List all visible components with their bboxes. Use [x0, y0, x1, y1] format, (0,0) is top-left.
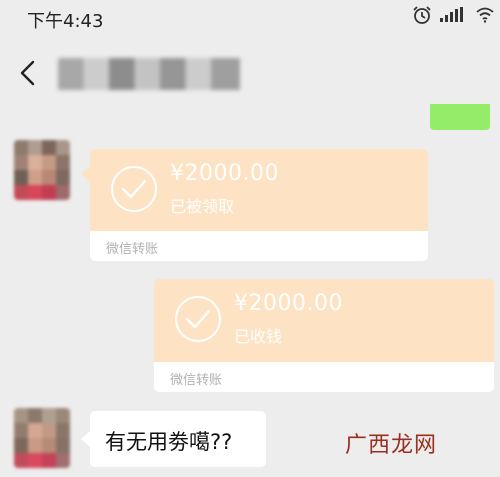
bubble-tail	[81, 431, 90, 447]
transfer-status: 已被领取	[170, 197, 235, 216]
check-circle-icon	[175, 296, 221, 342]
sent-message-bubble[interactable]	[430, 104, 490, 130]
transfer-footer: 微信转账	[154, 362, 494, 392]
signal-icon	[440, 7, 468, 27]
transfer-status: 已收钱	[234, 327, 283, 346]
wifi-icon	[476, 7, 494, 27]
message-text: 有无用劵噶??	[105, 430, 233, 454]
status-icons	[412, 5, 494, 29]
avatar[interactable]	[14, 140, 70, 200]
status-time: 下午4:43	[27, 11, 104, 32]
status-bar: 下午4:43	[0, 0, 500, 36]
received-message-bubble[interactable]: 有无用劵噶??	[90, 411, 266, 467]
transfer-footer-label: 微信转账	[106, 242, 159, 257]
transfer-card-accepted[interactable]: ¥2000.00 已收钱 微信转账	[154, 279, 494, 392]
check-circle-icon	[111, 166, 157, 212]
contact-name-blurred	[58, 58, 240, 90]
transfer-main: ¥2000.00 已收钱	[154, 279, 494, 361]
transfer-amount: ¥2000.00	[170, 161, 279, 186]
transfer-amount: ¥2000.00	[234, 291, 343, 316]
transfer-footer-label: 微信转账	[170, 373, 223, 388]
transfer-footer: 微信转账	[90, 231, 428, 261]
avatar[interactable]	[14, 408, 70, 468]
transfer-main: ¥2000.00 已被领取	[90, 149, 428, 231]
transfer-card-received[interactable]: ¥2000.00 已被领取 微信转账	[90, 149, 428, 261]
bubble-tail	[81, 166, 90, 182]
watermark: 广西龙网	[345, 433, 438, 458]
chevron-left-icon[interactable]	[16, 60, 40, 86]
alarm-icon	[412, 5, 432, 29]
